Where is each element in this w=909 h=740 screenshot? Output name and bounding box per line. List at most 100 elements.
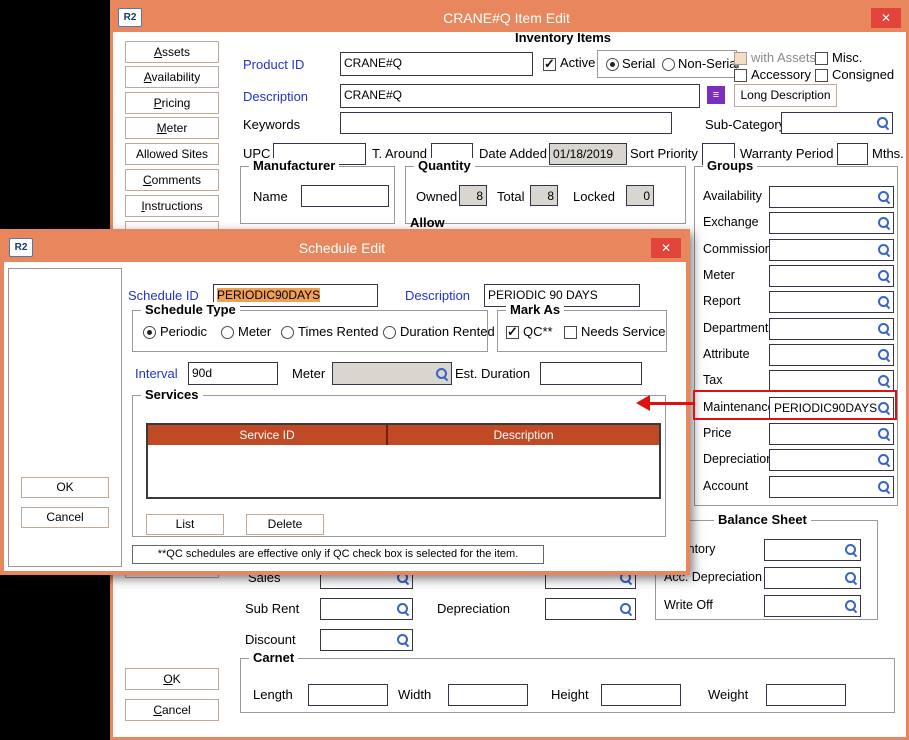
manufacturer-group: Manufacturer Name	[240, 166, 395, 224]
sidebar-item-meter[interactable]: Meter	[125, 117, 219, 139]
schedule-cancel-button[interactable]: Cancel	[21, 507, 109, 528]
sidebar-item-instructions[interactable]: Instructions	[125, 195, 219, 217]
non-serial-radio[interactable]	[662, 58, 675, 71]
close-icon[interactable]: ✕	[651, 238, 681, 258]
needs-service-label: Needs Service	[581, 324, 666, 339]
services-table-body[interactable]	[148, 445, 659, 497]
description-label: Description	[243, 89, 308, 104]
long-description-button[interactable]: Long Description	[734, 84, 837, 107]
sub-category-input[interactable]	[781, 112, 893, 134]
lookup-magnifier-icon[interactable]	[877, 374, 891, 388]
close-icon[interactable]: ✕	[871, 8, 901, 28]
lookup-magnifier-icon[interactable]	[877, 269, 891, 283]
item-edit-titlebar: R2 CRANE#Q Item Edit ✕	[113, 3, 906, 32]
annotation-arrow-head-icon	[636, 395, 650, 411]
lookup-magnifier-icon[interactable]	[877, 216, 891, 230]
depreciation-group-input[interactable]	[769, 449, 894, 471]
lookup-magnifier-icon[interactable]	[877, 322, 891, 336]
lookup-magnifier-icon[interactable]	[844, 543, 858, 557]
group-row-exchange: Exchange	[695, 212, 897, 234]
accessory-checkbox[interactable]	[734, 69, 747, 82]
lookup-magnifier-icon[interactable]	[619, 602, 633, 616]
warranty-period-input[interactable]	[837, 143, 868, 165]
lookup-magnifier-icon[interactable]	[876, 116, 890, 130]
misc-checkbox[interactable]	[815, 52, 828, 65]
mark-as-legend: Mark As	[506, 302, 564, 317]
sidebar-item-allowed-sites[interactable]: Allowed Sites	[125, 143, 219, 165]
sidebar-item-pricing[interactable]: Pricing	[125, 92, 219, 114]
delete-button[interactable]: Delete	[246, 514, 324, 535]
lookup-magnifier-icon[interactable]	[877, 348, 891, 362]
meter-radio[interactable]	[221, 326, 234, 339]
est-duration-input[interactable]	[540, 362, 642, 385]
depreciation-account-input[interactable]	[545, 598, 636, 620]
attribute-group-input[interactable]	[769, 344, 894, 366]
lookup-magnifier-icon[interactable]	[844, 571, 858, 585]
name-label: Name	[253, 189, 288, 204]
total-label: Total	[497, 189, 524, 204]
owned-label: Owned	[416, 189, 457, 204]
meter-group-input[interactable]	[769, 265, 894, 287]
schedule-ok-button[interactable]: OK	[21, 477, 109, 498]
lookup-magnifier-icon[interactable]	[435, 367, 449, 381]
consigned-label: Consigned	[832, 67, 894, 82]
weight-input[interactable]	[766, 684, 846, 706]
discount-label: Discount	[245, 632, 296, 647]
sub-rent-account-input[interactable]	[320, 598, 413, 620]
width-input[interactable]	[448, 684, 528, 706]
lookup-magnifier-icon[interactable]	[877, 295, 891, 309]
account-group-input[interactable]	[769, 476, 894, 498]
active-checkbox[interactable]	[543, 58, 556, 71]
description-input[interactable]: CRANE#Q	[340, 84, 700, 108]
report-group-input[interactable]	[769, 291, 894, 313]
needs-service-checkbox[interactable]	[564, 326, 577, 339]
write-off-account-input[interactable]	[764, 595, 861, 617]
height-input[interactable]	[601, 684, 681, 706]
lookup-magnifier-icon[interactable]	[877, 243, 891, 257]
group-row-department: Department	[695, 318, 897, 340]
length-input[interactable]	[308, 684, 388, 706]
sidebar-item-assets[interactable]: Assets	[125, 41, 219, 63]
tax-group-input[interactable]	[769, 370, 894, 392]
serial-group: Serial Non-Serial	[597, 50, 737, 78]
duration-rented-label: Duration Rented	[400, 324, 495, 339]
exchange-group-input[interactable]	[769, 212, 894, 234]
availability-group-input[interactable]	[769, 186, 894, 208]
price-group-input[interactable]	[769, 423, 894, 445]
lookup-magnifier-icon[interactable]	[877, 480, 891, 494]
group-row-label: Availability	[703, 189, 762, 203]
acc-depreciation-account-input[interactable]	[764, 567, 861, 589]
times-rented-radio[interactable]	[281, 326, 294, 339]
inventory-account-input[interactable]	[764, 539, 861, 561]
with-assets-checkbox[interactable]	[734, 52, 747, 65]
balance-row-label: Write Off	[664, 598, 713, 612]
lookup-magnifier-icon[interactable]	[396, 602, 410, 616]
sidebar-item-comments[interactable]: Comments	[125, 169, 219, 191]
cancel-button[interactable]: Cancel	[125, 699, 219, 721]
lookup-magnifier-icon[interactable]	[844, 599, 858, 613]
product-id-input[interactable]: CRANE#Q	[340, 52, 533, 76]
lookup-magnifier-icon[interactable]	[877, 453, 891, 467]
sidebar-item-availability[interactable]: Availability	[125, 66, 219, 88]
description-editor-icon[interactable]: ≡	[707, 86, 725, 104]
qc-checkbox[interactable]	[506, 326, 519, 339]
interval-input[interactable]: 90d	[188, 362, 278, 385]
department-group-input[interactable]	[769, 318, 894, 340]
periodic-radio[interactable]	[143, 326, 156, 339]
lookup-magnifier-icon[interactable]	[396, 633, 410, 647]
serial-radio[interactable]	[606, 58, 619, 71]
lookup-magnifier-icon[interactable]	[877, 427, 891, 441]
schedule-id-label: Schedule ID	[128, 288, 199, 303]
ok-button[interactable]: OK	[125, 668, 219, 690]
list-button[interactable]: List	[146, 514, 224, 535]
interval-label: Interval	[135, 366, 178, 381]
commission-group-input[interactable]	[769, 239, 894, 261]
keywords-input[interactable]	[340, 112, 672, 134]
duration-rented-radio[interactable]	[383, 326, 396, 339]
consigned-checkbox[interactable]	[815, 69, 828, 82]
meter-label: Meter	[292, 366, 325, 381]
discount-account-input[interactable]	[320, 629, 413, 651]
r2-logo-icon: R2	[9, 238, 33, 257]
manufacturer-name-input[interactable]	[301, 185, 389, 207]
lookup-magnifier-icon[interactable]	[877, 190, 891, 204]
